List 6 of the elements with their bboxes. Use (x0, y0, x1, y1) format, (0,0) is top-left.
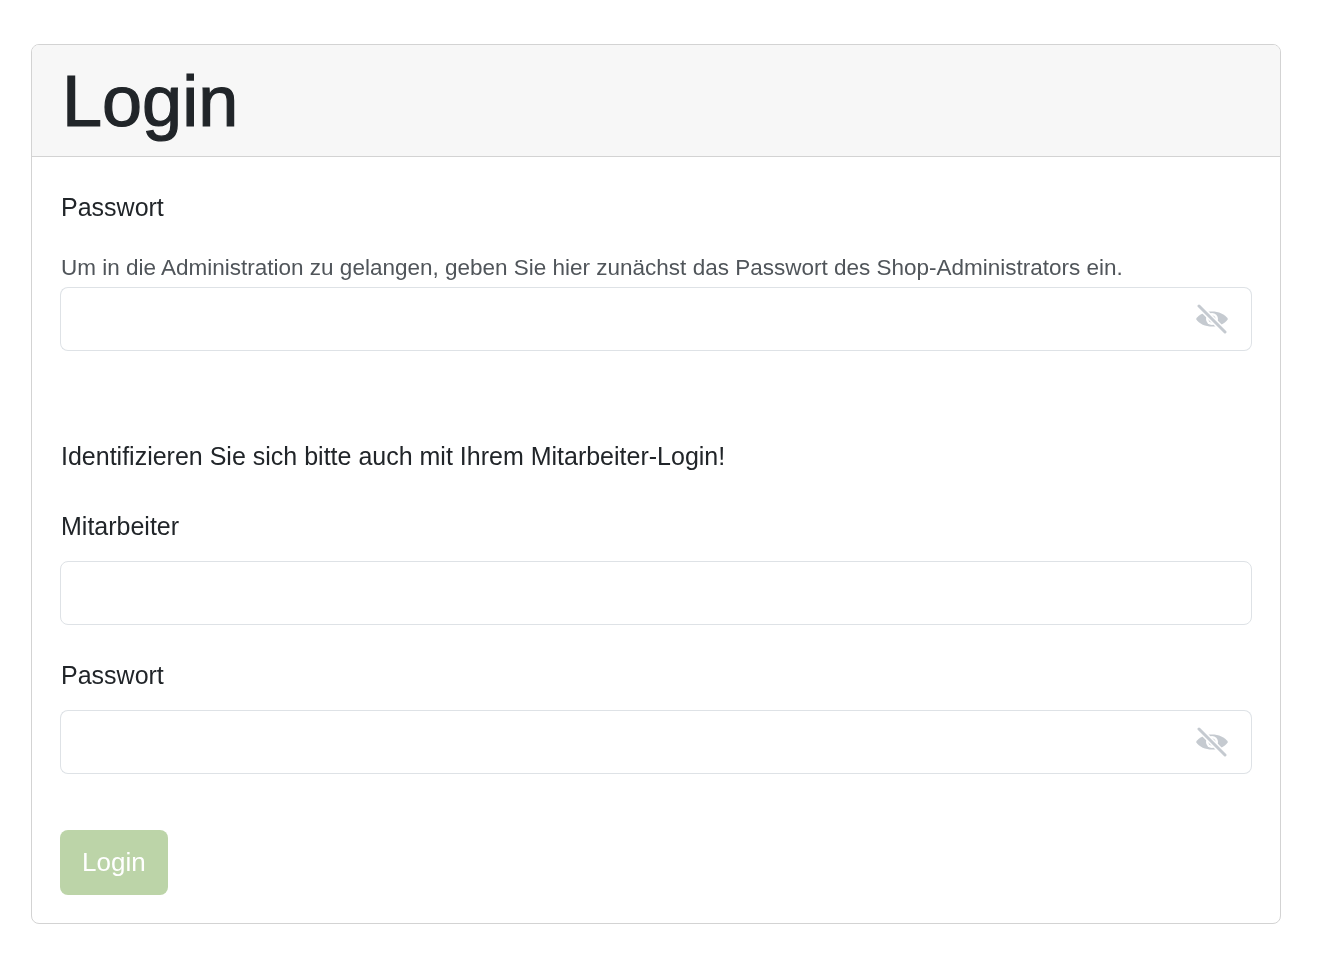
text-input[interactable] (60, 561, 1252, 625)
field-label: Passwort (61, 660, 164, 691)
field-label: Mitarbeiter (61, 511, 180, 542)
field-label: Passwort (61, 192, 164, 223)
instruction-text: Identifizieren Sie sich bitte auch mit Ihrem Mitarbeiter-Login! (61, 441, 726, 472)
help-text: Um in die Administration zu gelangen, geben Sie hier zunächst das Passwort des Shop-Administrators ein. (61, 254, 1123, 282)
